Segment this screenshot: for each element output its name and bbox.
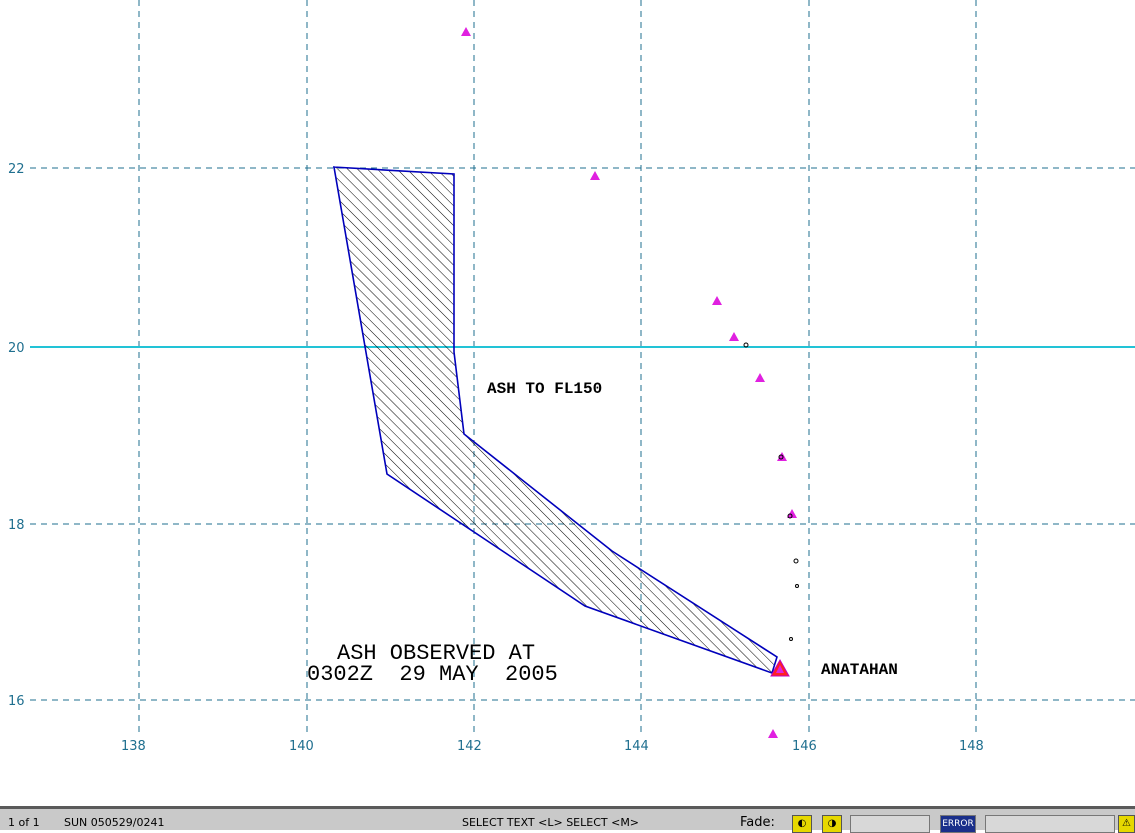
- status-bar: 1 of 1 SUN 050529/0241 SELECT TEXT <L> S…: [0, 806, 1135, 833]
- error-label: ERROR: [942, 819, 974, 829]
- island-markers: [743, 342, 799, 641]
- island-circle-icon: [795, 584, 799, 588]
- mouse-mode-text: SELECT TEXT <L> SELECT <M>: [462, 816, 640, 829]
- y-tick-label: 20: [8, 341, 25, 356]
- volcano-triangle-icon: [461, 27, 471, 36]
- fade-down-button[interactable]: ◐: [792, 815, 812, 833]
- x-tick-label: 148: [959, 739, 984, 754]
- ash-flight-level-label: ASH TO FL150: [487, 380, 602, 398]
- fade-label: Fade:: [740, 815, 775, 830]
- volcano-triangle-icon: [729, 332, 739, 341]
- fade-up-button[interactable]: ◑: [822, 815, 842, 833]
- volcanic-ash-map: 138 140 142 144 146 148 22 20 18 16 ASH …: [8, 0, 1135, 754]
- status-message-box: [985, 815, 1115, 833]
- volcano-name-label: ANATAHAN: [821, 661, 898, 679]
- volcano-triangle-icon: [755, 373, 765, 382]
- y-tick-label: 16: [8, 694, 25, 709]
- ash-cloud-polygon: [332, 166, 778, 675]
- x-tick-label: 140: [289, 739, 314, 754]
- observed-time-line2: 0302Z 29 MAY 2005: [307, 662, 558, 687]
- island-circle-icon: [789, 637, 793, 641]
- frame-counter: 1 of 1: [8, 816, 40, 829]
- y-tick-label: 22: [8, 162, 25, 177]
- x-tick-label: 144: [624, 739, 649, 754]
- x-tick-label: 146: [792, 739, 817, 754]
- latitude-gridlines: [30, 167, 1135, 701]
- volcano-triangle-icon: [712, 296, 722, 305]
- volcano-triangle-icon: [590, 171, 600, 180]
- file-name: SUN 050529/0241: [64, 816, 165, 829]
- longitude-gridlines: [138, 0, 977, 735]
- volcano-triangle-icon: [768, 729, 778, 738]
- fade-slider[interactable]: [850, 815, 930, 833]
- island-circle-icon: [793, 558, 799, 564]
- error-indicator: ERROR: [940, 815, 976, 833]
- warning-icon[interactable]: ⚠: [1118, 815, 1135, 833]
- volcano-triangle-icon: [777, 452, 787, 461]
- x-tick-label: 138: [121, 739, 146, 754]
- y-tick-label: 18: [8, 518, 25, 533]
- x-tick-label: 142: [457, 739, 482, 754]
